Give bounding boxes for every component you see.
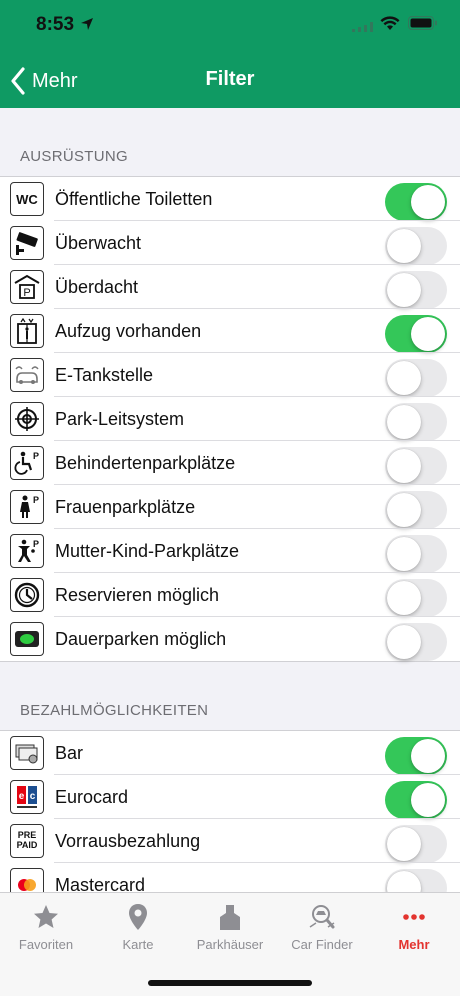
filter-row-prepaid[interactable]: PRE PAID Vorrausbezahlung: [0, 819, 460, 863]
mastercard-icon: [10, 868, 44, 892]
car-finder-icon: [309, 905, 335, 929]
row-label: E-Tankstelle: [55, 364, 154, 385]
toggle-switch[interactable]: [385, 781, 447, 819]
tab-map[interactable]: Karte: [92, 893, 184, 953]
filter-row-covered[interactable]: P Überdacht: [0, 265, 460, 309]
tab-car-finder[interactable]: Car Finder: [276, 893, 368, 953]
toggle-switch[interactable]: [385, 271, 447, 309]
filter-row-ev-charging[interactable]: E-Tankstelle: [0, 353, 460, 397]
toggle-switch[interactable]: [385, 183, 447, 221]
status-bar: 8:53: [0, 0, 460, 50]
row-label: Eurocard: [55, 786, 129, 807]
svg-text:P: P: [33, 539, 39, 549]
svg-text:PAID: PAID: [17, 840, 38, 850]
row-label: Bar: [55, 742, 84, 763]
map-pin-icon: [129, 904, 147, 930]
tab-parking-garages[interactable]: Parkhäuser: [184, 893, 276, 953]
wifi-icon: [380, 16, 400, 30]
toggle-switch[interactable]: [385, 579, 447, 617]
cash-icon: [10, 736, 44, 770]
page-title: Filter: [205, 68, 255, 90]
mother-child-parking-icon: P: [10, 534, 44, 568]
camera-icon: [10, 226, 44, 260]
filter-row-eurocard[interactable]: ec Eurocard: [0, 775, 460, 819]
toggle-switch[interactable]: [385, 825, 447, 863]
parking-garage-icon: [220, 905, 240, 930]
svg-text:P: P: [23, 287, 30, 299]
tab-label: Mehr: [398, 937, 430, 952]
section-payment: Bar ec Eurocard PRE PAID Vorrausbezahlung…: [0, 730, 460, 892]
filter-row-public-toilets[interactable]: WC Öffentliche Toiletten: [0, 177, 460, 221]
filter-row-elevator[interactable]: Aufzug vorhanden: [0, 309, 460, 353]
row-label: Frauenparkplätze: [55, 496, 196, 517]
svg-text:P: P: [33, 451, 39, 461]
long-term-parking-icon: [10, 622, 44, 656]
tab-label: Parkhäuser: [196, 937, 264, 952]
location-arrow-icon: [81, 18, 93, 30]
toggle-switch[interactable]: [385, 737, 447, 775]
battery-icon: [408, 16, 437, 30]
section-equipment: WC Öffentliche Toiletten Überwacht P Übe…: [0, 176, 460, 662]
filter-row-long-term-parking[interactable]: Dauerparken möglich: [0, 617, 460, 661]
svg-text:e: e: [19, 791, 25, 802]
row-label: Überdacht: [55, 276, 139, 297]
filter-list[interactable]: AUSRÜSTUNG WC Öffentliche Toiletten Über…: [0, 108, 460, 892]
toggle-switch[interactable]: [385, 623, 447, 661]
women-parking-icon: P: [10, 490, 44, 524]
signal-icon: [352, 22, 373, 32]
row-label: Reservieren möglich: [55, 584, 220, 605]
section-header-payment: BEZAHLMÖGLICHKEITEN: [20, 702, 209, 719]
row-label: Mastercard: [55, 874, 146, 893]
tab-label: Car Finder: [291, 937, 353, 952]
more-dots-icon: [403, 914, 425, 920]
status-time: 8:53: [36, 14, 75, 35]
toggle-switch[interactable]: [385, 227, 447, 265]
svg-text:P: P: [33, 495, 39, 505]
filter-row-mother-child-parking[interactable]: P Mutter-Kind-Parkplätze: [0, 529, 460, 573]
navigation-header: 8:53 Mehr Filter: [0, 0, 460, 108]
home-indicator: [148, 980, 312, 986]
tab-more[interactable]: Mehr: [368, 893, 460, 953]
filter-row-reservation[interactable]: Reservieren möglich: [0, 573, 460, 617]
filter-row-cash[interactable]: Bar: [0, 731, 460, 775]
tab-label: Karte: [122, 937, 154, 952]
toggle-switch[interactable]: [385, 447, 447, 485]
row-label: Überwacht: [55, 232, 142, 253]
toggle-switch[interactable]: [385, 403, 447, 441]
row-label: Aufzug vorhanden: [55, 320, 202, 341]
row-label: Vorrausbezahlung: [55, 830, 201, 851]
row-label: Park-Leitsystem: [55, 408, 185, 429]
wc-icon: WC: [10, 182, 44, 216]
toggle-switch[interactable]: [385, 359, 447, 397]
filter-row-guidance-system[interactable]: Park-Leitsystem: [0, 397, 460, 441]
row-label: Öffentliche Toiletten: [55, 188, 213, 209]
ev-charging-icon: [10, 358, 44, 392]
toggle-switch[interactable]: [385, 315, 447, 353]
prepaid-icon: PRE PAID: [10, 824, 44, 858]
elevator-icon: [10, 314, 44, 348]
eurocard-icon: ec: [10, 780, 44, 814]
section-header-equipment: AUSRÜSTUNG: [20, 148, 129, 165]
tab-favorites[interactable]: Favoriten: [0, 893, 92, 953]
svg-text:c: c: [30, 791, 36, 802]
filter-row-disabled-parking[interactable]: P Behindertenparkplätze: [0, 441, 460, 485]
filter-row-monitored[interactable]: Überwacht: [0, 221, 460, 265]
clock-icon: [10, 578, 44, 612]
tab-label: Favoriten: [18, 937, 74, 952]
toggle-switch[interactable]: [385, 869, 447, 892]
wheelchair-parking-icon: P: [10, 446, 44, 480]
toggle-switch[interactable]: [385, 491, 447, 529]
guidance-system-icon: [10, 402, 44, 436]
filter-row-mastercard[interactable]: Mastercard: [0, 863, 460, 892]
svg-text:WC: WC: [16, 192, 38, 207]
svg-text:PRE: PRE: [18, 830, 37, 840]
covered-parking-icon: P: [10, 270, 44, 304]
star-icon: [34, 905, 58, 928]
row-label: Dauerparken möglich: [55, 628, 227, 649]
row-label: Mutter-Kind-Parkplätze: [55, 540, 240, 561]
row-label: Behindertenparkplätze: [55, 452, 236, 473]
toggle-switch[interactable]: [385, 535, 447, 573]
filter-row-women-parking[interactable]: P Frauenparkplätze: [0, 485, 460, 529]
